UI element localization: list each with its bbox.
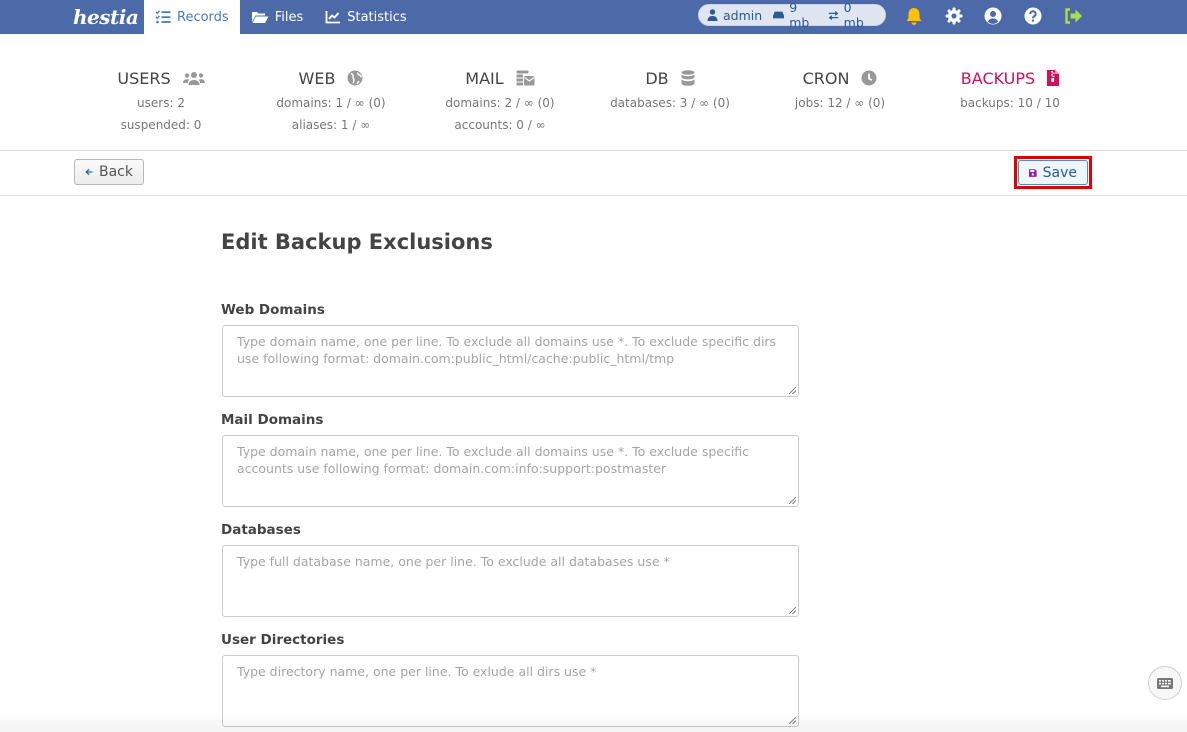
- user-account-button[interactable]: [983, 6, 1003, 26]
- back-button[interactable]: Back: [74, 159, 144, 185]
- stat-line: aliases: 1 / ∞: [291, 118, 371, 132]
- arrow-left-icon: [85, 168, 93, 176]
- page-title: Edit Backup Exclusions: [221, 230, 493, 254]
- databases-textarea[interactable]: Type full database name, one per line. T…: [222, 545, 799, 617]
- action-toolbar: Back Save: [0, 151, 1187, 196]
- nav-tab-files[interactable]: Files: [240, 0, 315, 34]
- list-check-icon: [155, 10, 171, 24]
- nav-tab-statistics[interactable]: Statistics: [314, 0, 417, 34]
- keyboard-shortcuts-button[interactable]: [1148, 666, 1182, 700]
- save-label: Save: [1042, 164, 1077, 181]
- stat-mail[interactable]: MAIL domains: 2 / ∞ (0) accounts: 0 / ∞: [415, 68, 585, 136]
- stat-title: USERS: [117, 68, 171, 88]
- globe-icon: [347, 70, 363, 86]
- nav-tab-label: Statistics: [347, 9, 407, 25]
- mail-domains-placeholder: Type domain name, one per line. To exclu…: [237, 444, 750, 476]
- user-tie-icon: [707, 9, 718, 21]
- mail-domains-label: Mail Domains: [221, 412, 324, 428]
- bandwidth-usage: 0 mb: [843, 0, 864, 30]
- stat-line: suspended: 0: [120, 118, 202, 132]
- user-name: admin: [723, 7, 763, 23]
- logout-icon: [1064, 8, 1082, 24]
- resize-handle[interactable]: [789, 497, 796, 504]
- stat-line: users: 2: [137, 96, 185, 110]
- save-button-highlight: Save: [1014, 156, 1092, 189]
- save-icon: [1029, 168, 1037, 177]
- chart-line-icon: [325, 11, 341, 24]
- top-navigation-bar: hestia Records Files Statistics admin 9 …: [0, 0, 1187, 34]
- nav-tab-label: Records: [177, 9, 229, 25]
- file-archive-icon: [1047, 70, 1060, 86]
- settings-button[interactable]: [944, 6, 964, 26]
- stat-users[interactable]: USERS users: 2 suspended: 0: [76, 68, 246, 136]
- stat-line: backups: 10 / 10: [960, 96, 1060, 110]
- mail-domains-textarea[interactable]: Type domain name, one per line. To exclu…: [222, 435, 799, 507]
- disk-usage: 9 mb: [789, 0, 810, 30]
- stat-line: accounts: 0 / ∞: [454, 118, 546, 132]
- main-nav: Records Files Statistics: [144, 0, 418, 34]
- user-info-pill[interactable]: admin 9 mb 0 mb: [698, 0, 886, 30]
- web-domains-textarea[interactable]: Type domain name, one per line. To exclu…: [222, 325, 799, 397]
- resize-handle[interactable]: [789, 607, 796, 614]
- web-domains-placeholder: Type domain name, one per line. To exclu…: [237, 334, 777, 366]
- bell-icon: [906, 7, 922, 25]
- stat-web[interactable]: WEB domains: 1 / ∞ (0) aliases: 1 / ∞: [246, 68, 416, 136]
- folder-open-icon: [251, 12, 269, 23]
- stat-title: MAIL: [465, 68, 504, 88]
- stat-title: CRON: [802, 68, 850, 88]
- stat-line: jobs: 12 / ∞ (0): [794, 96, 886, 110]
- help-button[interactable]: [1023, 6, 1043, 26]
- databases-placeholder: Type full database name, one per line. T…: [237, 554, 670, 569]
- clock-icon: [861, 70, 877, 86]
- resize-handle[interactable]: [789, 717, 796, 724]
- resize-handle[interactable]: [789, 387, 796, 394]
- keyboard-icon: [1157, 677, 1173, 689]
- stat-line: databases: 3 / ∞ (0): [610, 96, 730, 110]
- nav-tab-records[interactable]: Records: [144, 0, 240, 34]
- mail-bulk-icon: [516, 70, 535, 86]
- stat-backups[interactable]: BACKUPS backups: 10 / 10: [925, 68, 1095, 114]
- user-circle-icon: [984, 7, 1002, 25]
- stat-line: domains: 2 / ∞ (0): [445, 96, 555, 110]
- user-directories-placeholder: Type directory name, one per line. To ex…: [237, 664, 597, 679]
- exchange-icon: [828, 10, 838, 20]
- stat-cron[interactable]: CRON jobs: 12 / ∞ (0): [755, 68, 925, 114]
- stat-line: domains: 1 / ∞ (0): [276, 96, 386, 110]
- database-icon: [681, 70, 695, 86]
- logout-button[interactable]: [1063, 6, 1083, 26]
- user-directories-textarea[interactable]: Type directory name, one per line. To ex…: [222, 655, 799, 727]
- hestia-logo[interactable]: hestia: [73, 1, 139, 33]
- stat-title: DB: [645, 68, 669, 88]
- notifications-button[interactable]: [904, 6, 924, 26]
- stat-title: BACKUPS: [960, 68, 1036, 88]
- back-label: Back: [99, 164, 133, 180]
- stat-title: WEB: [298, 68, 336, 88]
- gear-icon: [945, 7, 963, 25]
- user-directories-label: User Directories: [221, 632, 345, 648]
- stat-db[interactable]: DB databases: 3 / ∞ (0): [585, 68, 755, 114]
- stats-overview: USERS users: 2 suspended: 0 WEB domains:…: [0, 34, 1187, 151]
- databases-label: Databases: [221, 522, 301, 538]
- users-icon: [182, 72, 205, 85]
- save-button[interactable]: Save: [1018, 160, 1088, 185]
- hdd-icon: [773, 11, 785, 19]
- web-domains-label: Web Domains: [221, 302, 325, 318]
- help-icon: [1024, 7, 1042, 25]
- nav-tab-label: Files: [274, 9, 304, 25]
